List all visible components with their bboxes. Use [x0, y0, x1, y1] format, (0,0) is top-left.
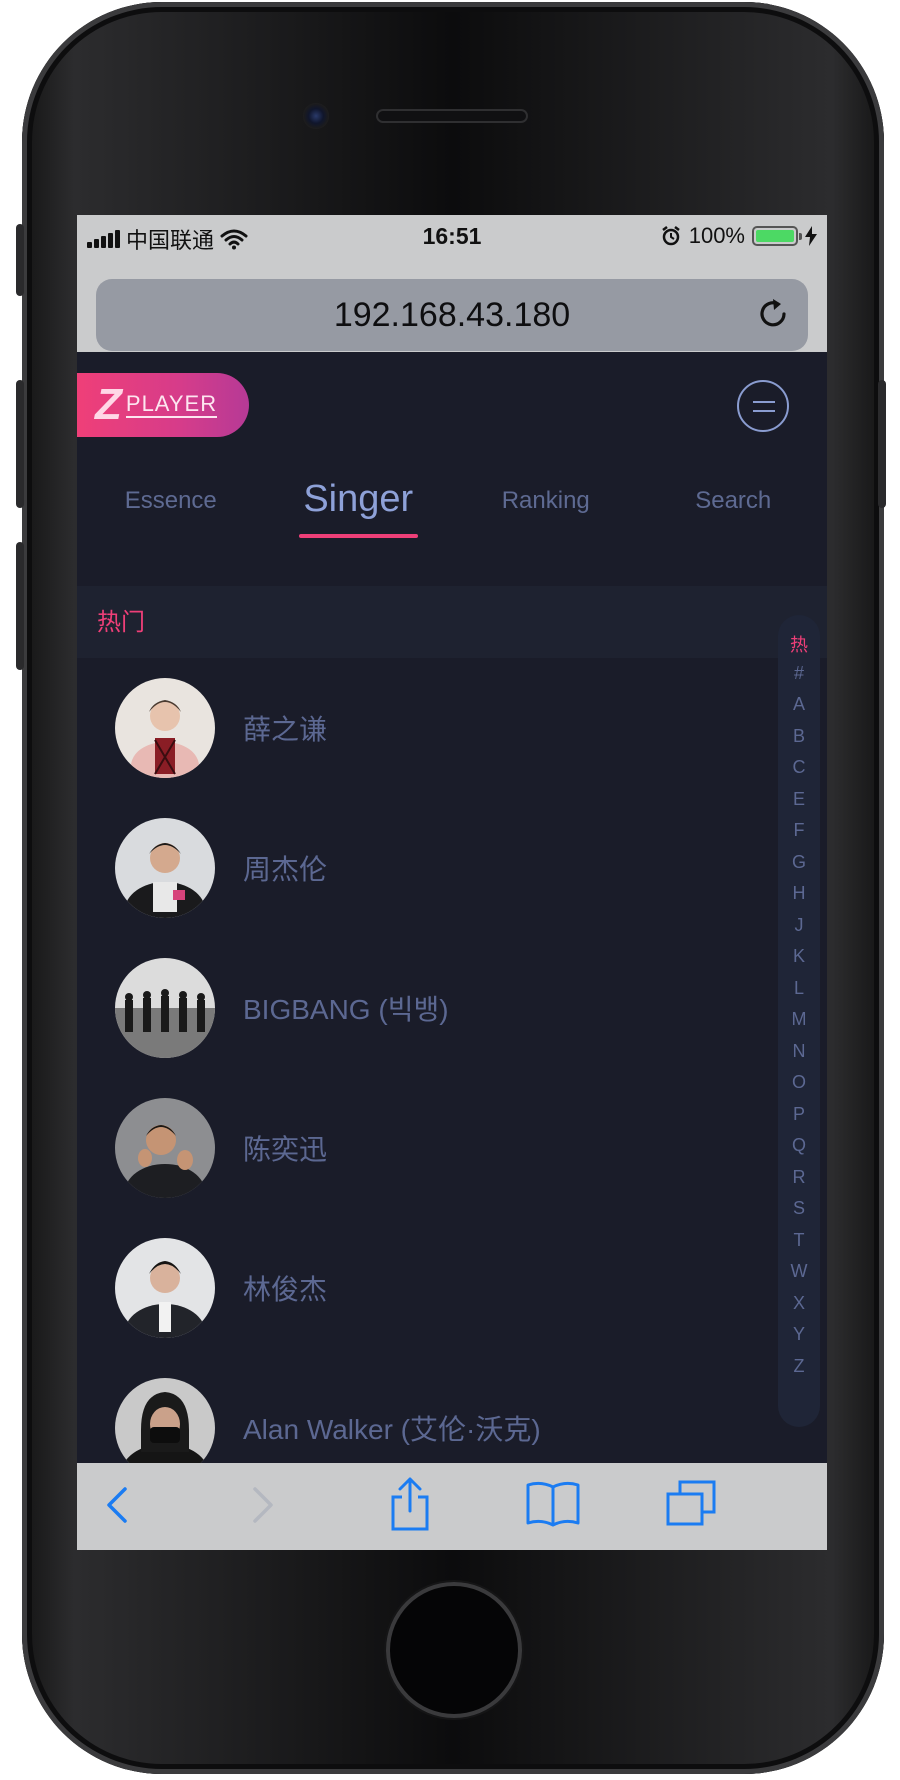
charging-bolt-icon: [805, 226, 817, 246]
battery-icon: [752, 226, 802, 246]
bookmarks-icon[interactable]: [525, 1479, 581, 1527]
index-letter[interactable]: T: [778, 1230, 820, 1251]
reload-icon[interactable]: [754, 295, 792, 333]
index-letter[interactable]: S: [778, 1198, 820, 1219]
index-letter[interactable]: Y: [778, 1324, 820, 1345]
singer-name: 薛之谦: [243, 714, 328, 745]
list-item[interactable]: 周杰伦: [115, 818, 735, 918]
zplayer-logo[interactable]: Z PLAYER: [77, 373, 249, 437]
singer-name: BIGBANG (빅뱅): [243, 994, 449, 1025]
tab-essence[interactable]: Essence: [77, 447, 265, 543]
singer-avatar: [115, 958, 215, 1058]
url-text: 192.168.43.180: [333, 295, 571, 334]
tab-bar: Essence Singer Ranking Search: [77, 447, 827, 543]
back-icon[interactable]: [105, 1483, 129, 1527]
singer-avatar: [115, 1098, 215, 1198]
singer-name: 林俊杰: [243, 1274, 328, 1305]
index-letter[interactable]: R: [778, 1167, 820, 1188]
singer-name: Alan Walker (艾伦·沃克): [243, 1414, 541, 1445]
battery-percent: 100%: [688, 223, 745, 248]
index-letter[interactable]: Q: [778, 1135, 820, 1156]
home-button[interactable]: [386, 1582, 522, 1718]
index-letter[interactable]: F: [778, 820, 820, 841]
singer-avatar: [115, 1238, 215, 1338]
singer-avatar: [115, 818, 215, 918]
index-letter[interactable]: K: [778, 946, 820, 967]
index-letter[interactable]: C: [778, 757, 820, 778]
earpiece-speaker: [376, 109, 528, 123]
list-item[interactable]: 陈奕迅: [115, 1098, 735, 1198]
index-letter[interactable]: E: [778, 789, 820, 810]
group-header-hot: 热门: [77, 586, 827, 658]
tab-search[interactable]: Search: [640, 447, 828, 543]
forward-icon[interactable]: [251, 1483, 275, 1527]
index-letter[interactable]: 热: [778, 631, 820, 657]
logo-letter: Z: [95, 380, 122, 429]
index-letter[interactable]: #: [778, 663, 820, 684]
browser-toolbar: [77, 1463, 827, 1550]
volume-up-button: [16, 380, 24, 508]
mute-switch: [16, 224, 24, 296]
alarm-icon: [661, 226, 680, 246]
singer-name: 陈奕迅: [243, 1134, 328, 1165]
index-letter[interactable]: L: [778, 978, 820, 999]
index-letter[interactable]: A: [778, 694, 820, 715]
index-letter[interactable]: N: [778, 1041, 820, 1062]
index-letter[interactable]: M: [778, 1009, 820, 1030]
volume-down-button: [16, 542, 24, 670]
tab-ranking[interactable]: Ranking: [452, 447, 640, 543]
app-header: Z PLAYER: [77, 352, 827, 447]
singer-name: 周杰伦: [243, 854, 328, 885]
list-item[interactable]: BIGBANG (빅뱅): [115, 958, 735, 1058]
index-letter[interactable]: J: [778, 915, 820, 936]
logo-text: PLAYER: [125, 391, 218, 418]
menu-button[interactable]: [737, 380, 789, 432]
front-camera: [303, 103, 329, 129]
index-letter[interactable]: W: [778, 1261, 820, 1282]
index-letter[interactable]: B: [778, 726, 820, 747]
index-letter[interactable]: X: [778, 1293, 820, 1314]
url-field[interactable]: 192.168.43.180: [96, 279, 808, 351]
index-letter[interactable]: Z: [778, 1356, 820, 1377]
status-bar: 中国联通 16:51 100%: [77, 215, 827, 259]
share-icon[interactable]: [389, 1475, 431, 1531]
index-letter[interactable]: O: [778, 1072, 820, 1093]
phone-screen: 中国联通 16:51 100% 192.168.43.180 Z PLAYER …: [77, 215, 827, 1550]
list-item[interactable]: 薛之谦: [115, 678, 735, 778]
singer-avatar: [115, 678, 215, 778]
tabs-icon[interactable]: [665, 1479, 717, 1527]
alphabet-index[interactable]: 热 # A B C E F G H J K L M N O P Q R S T W X Y Z: [778, 615, 820, 1427]
power-button: [878, 380, 886, 508]
index-letter[interactable]: H: [778, 883, 820, 904]
index-letter[interactable]: P: [778, 1104, 820, 1125]
tab-singer[interactable]: Singer: [265, 447, 453, 543]
list-item[interactable]: 林俊杰: [115, 1238, 735, 1338]
index-letter[interactable]: G: [778, 852, 820, 873]
browser-address-area: 192.168.43.180: [77, 259, 827, 352]
